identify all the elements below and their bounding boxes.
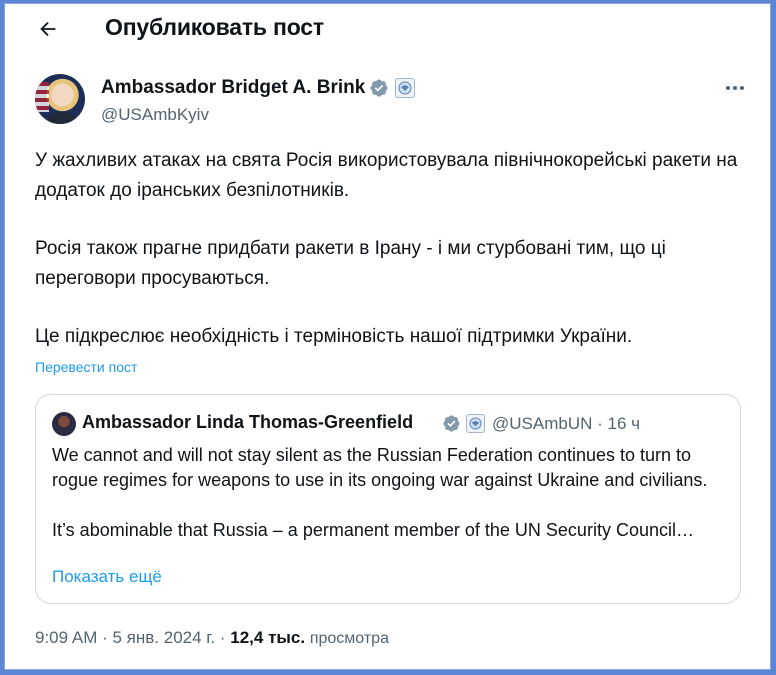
verified-badge-icon — [370, 79, 388, 97]
quote-paragraph: We cannot and will not stay silent as th… — [52, 445, 708, 490]
quote-text: We cannot and will not stay silent as th… — [52, 443, 734, 543]
views-count[interactable]: 12,4 тыс. — [230, 628, 305, 647]
government-seal-icon — [466, 414, 485, 433]
seal-icon — [469, 417, 482, 430]
government-seal-icon — [395, 78, 415, 98]
post-time[interactable]: 9:09 AM — [35, 628, 97, 647]
translate-post-link[interactable]: Перевести пост — [35, 359, 137, 375]
views-label: просмотра — [309, 630, 389, 647]
quote-avatar[interactable] — [52, 412, 76, 436]
quote-author-handle: @USAmbUN — [492, 414, 593, 433]
avatar[interactable] — [35, 74, 85, 124]
post-date[interactable]: 5 янв. 2024 г. — [113, 628, 216, 647]
post-meta: 9:09 AM · 5 янв. 2024 г. · 12,4 тыс. про… — [35, 628, 389, 648]
author-name[interactable]: Ambassador Bridget A. Brink — [101, 77, 365, 99]
author-handle[interactable]: @USAmbKyiv — [101, 105, 209, 125]
post-paragraph: У жахливих атаках на свята Росія викорис… — [35, 150, 738, 201]
more-options-button[interactable] — [721, 76, 749, 100]
avatar-flag — [35, 82, 49, 112]
seal-icon — [398, 81, 412, 95]
post-text: У жахливих атаках на свята Росія викорис… — [35, 146, 745, 380]
quote-paragraph: It’s abominable that Russia – a permanen… — [52, 520, 694, 540]
quoted-post[interactable]: Ambassador Linda Thomas-Greenfield @USAm… — [35, 394, 741, 604]
post-paragraph: Росія також прагне придбати ракети в Іра… — [35, 238, 666, 289]
post-view: Опубликовать пост Ambassador Bridget A. … — [4, 3, 771, 670]
quote-author-name: Ambassador Linda Thomas-Greenfield — [82, 412, 414, 432]
more-dot — [740, 86, 744, 90]
header: Опубликовать пост — [5, 4, 770, 52]
more-dot — [733, 86, 737, 90]
meta-separator: · — [219, 628, 231, 647]
avatar-shoulders — [47, 112, 77, 124]
verified-badge-icon — [443, 415, 460, 432]
more-options-icon — [726, 86, 730, 90]
post-author: Ambassador Bridget A. Brink @USAmbKyiv — [33, 72, 753, 128]
page-title: Опубликовать пост — [105, 14, 324, 40]
quote-meta: @USAmbUN · 16 ч — [492, 414, 641, 433]
quote-age: 16 ч — [607, 414, 641, 433]
show-more-link[interactable]: Показать ещё — [52, 567, 162, 587]
meta-separator: · — [102, 628, 113, 647]
arrow-left-icon — [40, 21, 56, 37]
back-button[interactable] — [33, 14, 63, 44]
post-paragraph: Це підкреслює необхідність і терміновіст… — [35, 326, 633, 347]
